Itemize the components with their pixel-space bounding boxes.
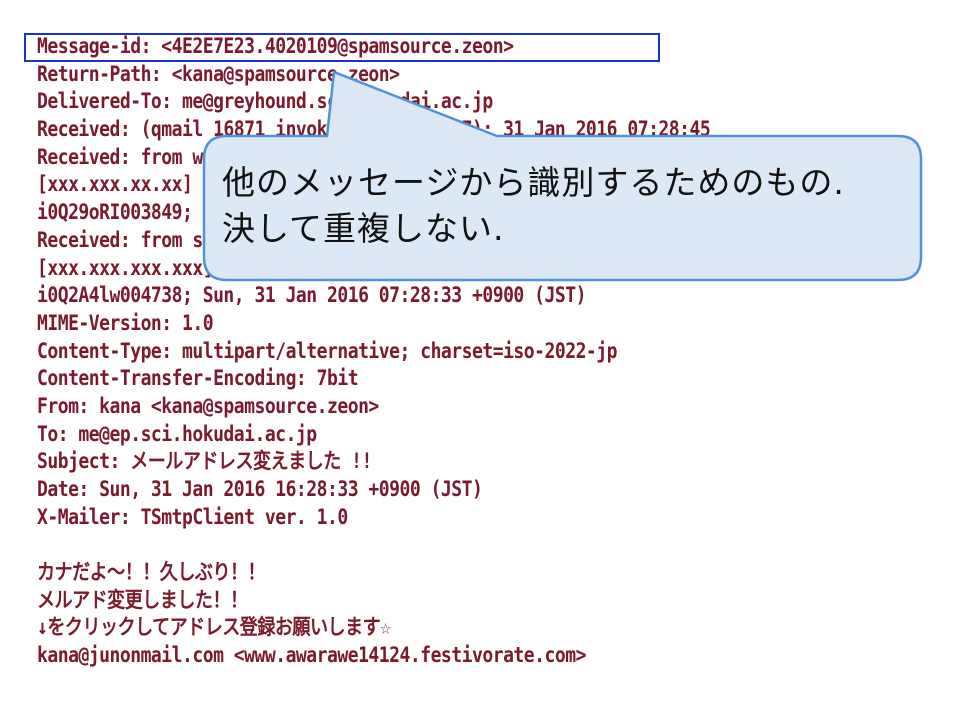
header-date: Date: Sun, 31 Jan 2016 16:28:33 +0900 (J… [37, 477, 483, 501]
header-delivered-to: Delivered-To: me@greyhound.sci.hokudai.a… [37, 89, 493, 114]
header-from: From: kana <kana@spamsource.zeon> [37, 393, 379, 418]
header-content-type: Content-Type: multipart/alternative; cha… [37, 338, 618, 363]
header-received-3: Received: from spamsource.zeon (spamsour… [37, 227, 524, 252]
header-mime-version: MIME-Version: 1.0 [37, 310, 214, 335]
header-received-2: Received: from wickedrelay.com (HELO wic… [37, 144, 586, 169]
message-id-highlight [24, 33, 660, 62]
header-received-2-cont-1: [xxx.xxx.xx.xx] by greyhound.sci.hokudai… [37, 172, 514, 197]
email-source: Message-id: <4E2E7E23.4020109@spamsource… [37, 33, 937, 670]
header-received-3-cont-2: i0Q2A4lw004738; Sun, 31 Jan 2016 07:28:3… [37, 283, 586, 308]
header-received-2-cont-2: i0Q29oRI003849; Sun, 31 Jan 2016 07:28:4… [37, 200, 586, 225]
body-line-2: メルアド変更しました！！ [37, 587, 248, 612]
header-received-3-cont-1: [xxx.xxx.xxx.xxx]) by wickedrelay.com wi… [37, 255, 555, 280]
body-line-4: kana@junonmail.com <www.awarawe14124.fes… [37, 643, 586, 668]
body-line-1: カナだよ～！！久しぶり！！ [37, 560, 266, 585]
header-subject: Subject: メールアドレス変えました !! [37, 449, 372, 474]
header-content-transfer-encoding: Content-Transfer-Encoding: 7bit [37, 366, 359, 391]
body-line-3: ↓をクリックしてアドレス登録お願いします☆ [37, 615, 391, 640]
header-received-1: Received: (qmail 16871 invoked by uid 14… [37, 117, 711, 142]
header-to: To: me@ep.sci.hokudai.ac.jp [37, 421, 317, 446]
header-return-path: Return-Path: <kana@spamsource.zeon> [37, 61, 400, 86]
header-x-mailer: X-Mailer: TSmtpClient ver. 1.0 [37, 504, 348, 529]
